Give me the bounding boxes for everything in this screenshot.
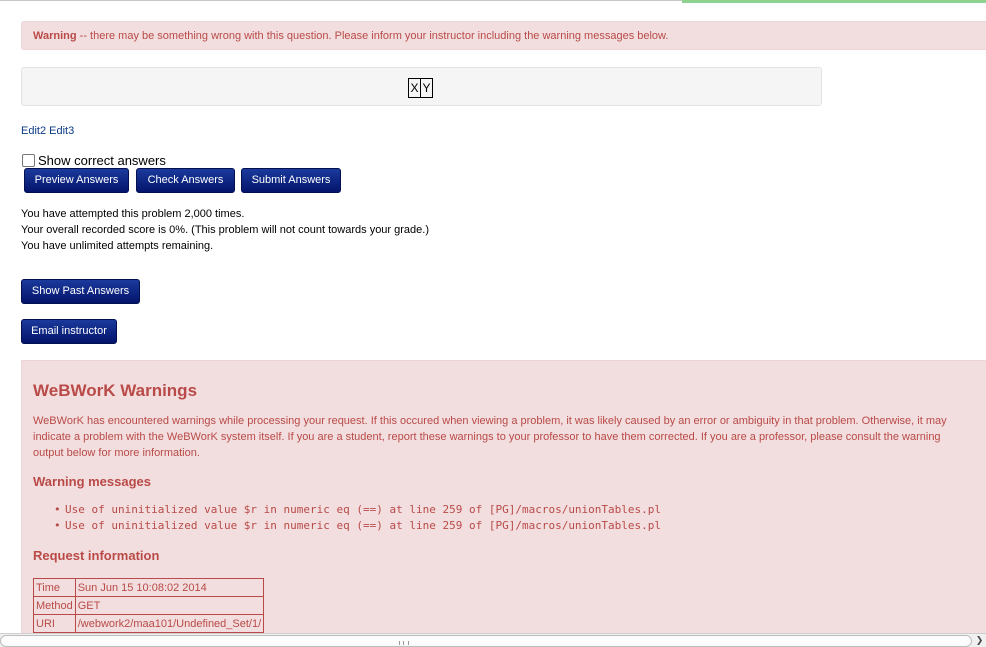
scrollbar-thumb[interactable] [0,635,972,647]
request-value: /webwork2/maa101/Undefined_Set/1/ [74,614,265,633]
request-information-heading: Request information [33,548,160,563]
table-row: Time Sun Jun 15 10:08:02 2014 [33,578,265,597]
webwork-warnings-title: WeBWorK Warnings [33,381,198,400]
request-value: GET [74,596,265,615]
table-cell-x: X [408,78,421,98]
webwork-warnings-description: WeBWorK has encountered warnings while p… [33,415,947,459]
warning-messages-heading: Warning messages [33,474,152,489]
warning-label: Warning [33,30,77,42]
request-key: Method [33,596,76,615]
check-answers-button[interactable]: Check Answers [136,168,235,193]
warning-message-item: Use of uninitialized value $r in numeric… [54,502,661,518]
table-row: Method GET [33,596,265,615]
show-past-answers-button[interactable]: Show Past Answers [21,279,140,304]
submit-answers-button[interactable]: Submit Answers [241,168,341,193]
remaining-attempts-text: You have unlimited attempts remaining. [21,240,214,252]
request-key: Time [33,578,76,597]
edit-links: Edit2 Edit3 [21,125,74,137]
webwork-warnings-panel: WeBWorK Warnings WeBWorK has encountered… [21,360,986,646]
request-value: Sun Jun 15 10:08:02 2014 [74,578,265,597]
show-correct-answers-checkbox[interactable] [22,154,35,167]
edit3-link[interactable]: Edit3 [49,125,74,137]
warning-message-item: Use of uninitialized value $r in numeric… [54,518,661,534]
page-load-progress [682,0,986,3]
request-key: URI [33,614,76,633]
grip-icon [399,641,409,645]
attempt-summary: You have attempted this problem 2,000 ti… [21,206,429,254]
edit2-link[interactable]: Edit2 [21,125,46,137]
email-instructor-button[interactable]: Email instructor [21,319,117,344]
scroll-right-icon[interactable]: ❯ [974,635,985,646]
show-correct-answers-option[interactable]: Show correct answers [22,153,166,168]
union-table: X Y [408,78,433,98]
warning-alert: Warning -- there may be something wrong … [21,21,986,50]
warning-messages-list: Use of uninitialized value $r in numeric… [54,502,661,534]
request-information-table: Time Sun Jun 15 10:08:02 2014 Method GET… [33,578,265,633]
horizontal-scrollbar[interactable]: ❯ [0,633,986,647]
problem-body: X Y [21,67,822,106]
recorded-score-text: Your overall recorded score is 0%. (This… [21,224,429,236]
table-row: URI /webwork2/maa101/Undefined_Set/1/ [33,614,265,633]
show-correct-answers-label: Show correct answers [38,153,166,168]
table-cell-y: Y [420,78,433,98]
attempt-count-text: You have attempted this problem 2,000 ti… [21,208,245,220]
preview-answers-button[interactable]: Preview Answers [24,168,129,193]
warning-text: -- there may be something wrong with thi… [76,30,669,42]
